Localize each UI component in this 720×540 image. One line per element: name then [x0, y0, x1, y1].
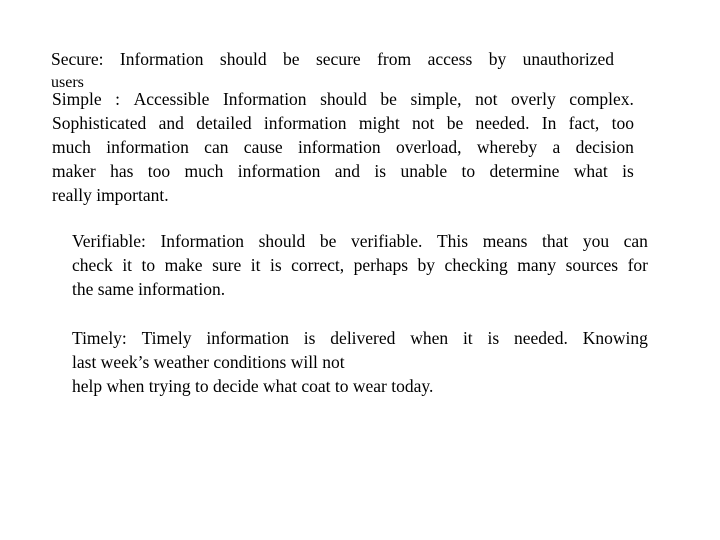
word: is [303, 328, 316, 348]
word: unable [400, 161, 448, 181]
word: check [72, 255, 113, 275]
word: verifiable. [350, 231, 423, 251]
word: can [623, 231, 648, 251]
word: decision [575, 137, 634, 157]
word: means [482, 231, 528, 251]
word: Timely [141, 328, 192, 348]
text-line: Sophisticated and detailed information might… [52, 113, 634, 133]
word: Accessible [133, 89, 210, 109]
word: has [110, 161, 134, 181]
word: should [219, 49, 267, 69]
word: delivered [330, 328, 396, 348]
text-line: the same information. [72, 279, 226, 299]
word: : [115, 89, 121, 109]
text-line: maker has too much information and is unable to d… [52, 161, 634, 181]
word: fact, [568, 113, 600, 133]
word: information [263, 113, 347, 133]
word: is [487, 328, 500, 348]
word: might [358, 113, 400, 133]
word: Simple [52, 89, 102, 109]
word: simple, [410, 89, 462, 109]
word: correct, [291, 255, 345, 275]
text-line: last week’s weather conditions will not [72, 352, 345, 372]
word: from [377, 49, 412, 69]
word: maker [52, 161, 96, 181]
word: can [204, 137, 229, 157]
word: Knowing [582, 328, 648, 348]
word: unauthorized [522, 49, 614, 69]
word: by [488, 49, 507, 69]
word: sources [565, 255, 619, 275]
text-line: Verifiable: Information should be verifiable… [72, 231, 648, 251]
text-line: Timely: Timely information is delivered when i… [72, 328, 648, 348]
word: be [319, 231, 337, 251]
word: information [298, 137, 381, 157]
word: secure [315, 49, 361, 69]
word: determine [489, 161, 560, 181]
word: to [461, 161, 476, 181]
word: overload, [395, 137, 462, 157]
text-line: really important. [52, 185, 169, 205]
text-line: help when trying to decide what coat to … [72, 376, 434, 396]
word: overly [511, 89, 556, 109]
word: information [106, 137, 189, 157]
word: detailed [196, 113, 252, 133]
word: Timely: [72, 328, 127, 348]
word: cause [243, 137, 283, 157]
word: whereby [476, 137, 538, 157]
text-line: check it to make sure it is correct, perhaps by ch… [72, 255, 648, 275]
word: be [380, 89, 397, 109]
word: be [283, 49, 300, 69]
word: Information [119, 49, 204, 69]
word: a [552, 137, 561, 157]
word: make [164, 255, 203, 275]
word: should [258, 231, 306, 251]
word: too [611, 113, 634, 133]
word: access [427, 49, 473, 69]
word: information [237, 161, 321, 181]
word: Verifiable: [72, 231, 146, 251]
word: much [52, 137, 91, 157]
word: This [436, 231, 469, 251]
word: many [517, 255, 557, 275]
word: and [158, 113, 184, 133]
word: it [122, 255, 133, 275]
word: Information [160, 231, 245, 251]
word: Secure: [51, 49, 104, 69]
word: Information [222, 89, 307, 109]
word: is [374, 161, 387, 181]
text-line: much information can cause information overlo… [52, 137, 634, 157]
word: and [334, 161, 361, 181]
word: that [541, 231, 569, 251]
word: Sophisticated [52, 113, 147, 133]
word: complex. [569, 89, 634, 109]
word: information [206, 328, 289, 348]
word: it [462, 328, 473, 348]
word: not [475, 89, 498, 109]
word: In [541, 113, 557, 133]
word: when [410, 328, 449, 348]
word: for [627, 255, 648, 275]
word: to [141, 255, 156, 275]
text-line: Simple: Accessible Information should be simp… [52, 89, 634, 109]
word: perhaps [353, 255, 409, 275]
word: is [622, 161, 634, 181]
word: needed. [513, 328, 568, 348]
word: what [573, 161, 608, 181]
word: is [269, 255, 282, 275]
word: not [412, 113, 435, 133]
word: too [147, 161, 171, 181]
word: be [446, 113, 464, 133]
word: sure [212, 255, 242, 275]
word: much [184, 161, 224, 181]
word: you [582, 231, 610, 251]
word: needed. [475, 113, 530, 133]
word: should [320, 89, 367, 109]
text-line: Secure: Information should be secure from acce… [51, 49, 614, 69]
word: it [250, 255, 261, 275]
word: by [417, 255, 436, 275]
word: checking [444, 255, 508, 275]
